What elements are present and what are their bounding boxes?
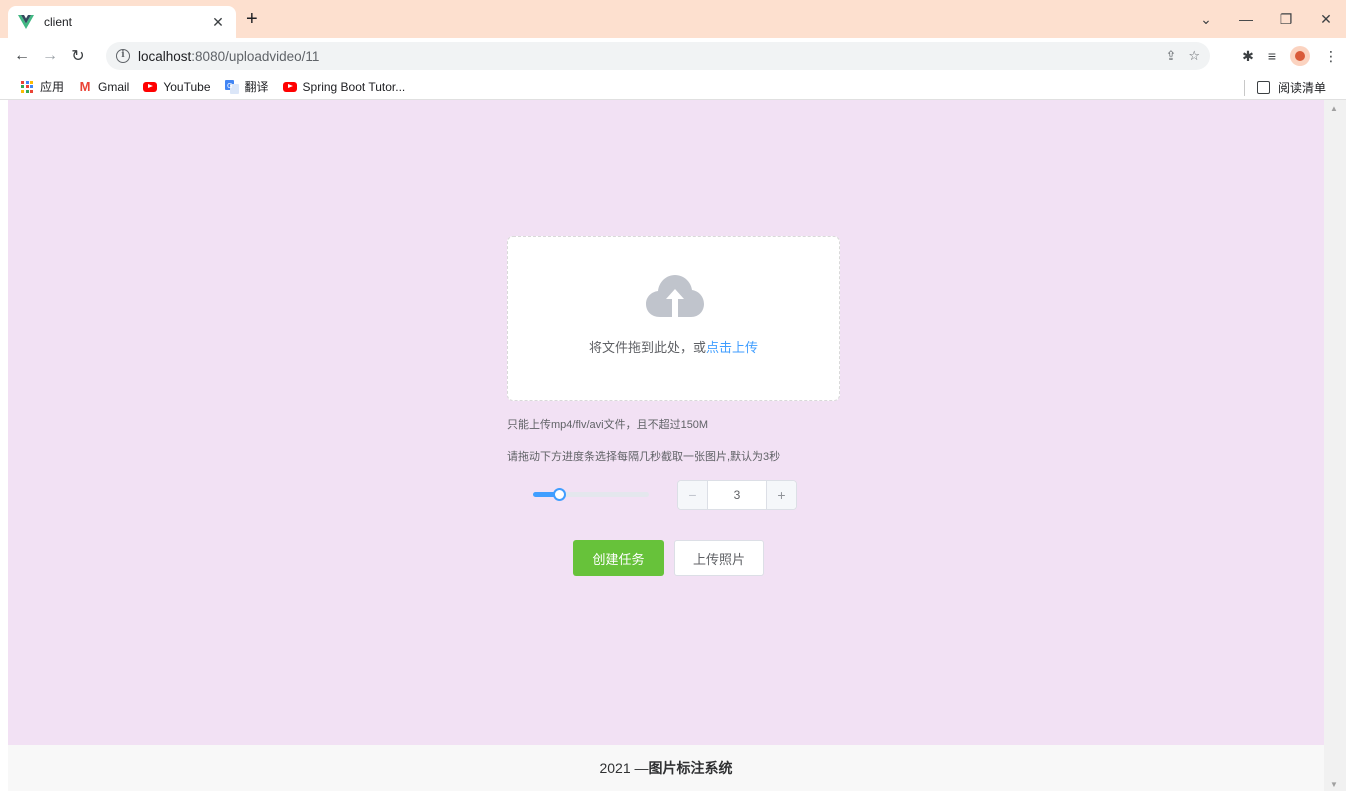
bookmark-apps[interactable]: 应用 (20, 78, 64, 95)
gmail-icon: M (79, 79, 91, 94)
url-text[interactable]: localhost:8080/uploadvideo/11 (138, 49, 319, 64)
address-bar[interactable]: i localhost:8080/uploadvideo/11 ⇪ ☆ (106, 42, 1210, 70)
decrease-button[interactable]: − (678, 481, 708, 509)
click-upload-link[interactable]: 点击上传 (706, 340, 758, 355)
bookmark-translate[interactable]: G 翻译 (224, 78, 269, 95)
restore-icon[interactable]: ❐ (1266, 11, 1306, 28)
profile-avatar[interactable] (1290, 46, 1310, 66)
minimize-icon[interactable]: — (1226, 11, 1266, 27)
interval-stepper: − 3 + (677, 480, 797, 510)
window-close-icon[interactable]: ✕ (1306, 11, 1346, 28)
bookmark-youtube[interactable]: YouTube (143, 80, 211, 94)
reading-list[interactable]: 阅读清单 (1243, 79, 1326, 96)
increase-button[interactable]: + (766, 481, 796, 509)
bookmarks-bar: 应用 M Gmail YouTube G 翻译 Spring Boot Tuto… (0, 74, 1346, 100)
menu-icon[interactable]: ⋮ (1324, 48, 1338, 65)
new-tab-icon[interactable]: + (246, 9, 258, 29)
tab-close-icon[interactable]: ✕ (210, 14, 226, 31)
scroll-up-icon[interactable]: ▲ (1330, 104, 1338, 113)
tab-title: client (44, 15, 73, 29)
create-task-button[interactable]: 创建任务 (573, 540, 664, 576)
forward-icon[interactable]: → (36, 47, 64, 65)
bookmark-spring-boot[interactable]: Spring Boot Tutor... (282, 80, 405, 94)
slider-tip: 请拖动下方进度条选择每隔几秒截取一张图片,默认为3秒 (507, 451, 781, 463)
media-control-icon[interactable]: ≡ (1268, 48, 1276, 64)
extensions-icon[interactable]: ✱ (1242, 48, 1254, 65)
interval-input[interactable]: 3 (708, 481, 766, 509)
upload-photo-button[interactable]: 上传照片 (674, 540, 764, 576)
window-controls: ⌄ — ❐ ✕ (1186, 0, 1346, 38)
vue-logo-icon (18, 14, 34, 30)
translate-icon: G (224, 79, 239, 94)
reload-icon[interactable]: ↻ (64, 46, 92, 66)
cloud-upload-icon (646, 275, 704, 324)
svg-text:G: G (227, 82, 232, 90)
youtube-icon (143, 80, 158, 94)
site-info-icon[interactable]: i (116, 49, 130, 63)
scroll-down-icon[interactable]: ▼ (1330, 780, 1338, 789)
upload-format-tip: 只能上传mp4/flv/avi文件，且不超过150M (507, 419, 709, 431)
browser-tab[interactable]: client ✕ (8, 6, 236, 38)
slider-handle[interactable] (552, 488, 566, 501)
page-footer: 2021 — 图片标注系统 (8, 745, 1324, 791)
back-icon[interactable]: ← (8, 47, 36, 65)
upload-instructions: 将文件拖到此处，或点击上传 (588, 340, 759, 355)
bookmark-star-icon[interactable]: ☆ (1188, 48, 1200, 64)
bookmark-gmail[interactable]: M Gmail (78, 79, 130, 94)
apps-icon (20, 80, 34, 94)
youtube-icon (282, 80, 297, 94)
reading-list-icon (1256, 81, 1270, 94)
browser-toolbar: ← → ↻ i localhost:8080/uploadvideo/11 ⇪ … (0, 38, 1346, 74)
tab-search-icon[interactable]: ⌄ (1186, 11, 1226, 28)
interval-slider[interactable] (533, 487, 649, 501)
page-scrollbar[interactable] (1324, 100, 1346, 791)
browser-tab-strip: client ✕ + ⌄ — ❐ ✕ (0, 0, 1346, 38)
footer-title: 图片标注系统 (648, 760, 733, 776)
share-icon[interactable]: ⇪ (1165, 48, 1176, 64)
upload-dropzone[interactable]: 将文件拖到此处，或点击上传 (507, 236, 840, 401)
